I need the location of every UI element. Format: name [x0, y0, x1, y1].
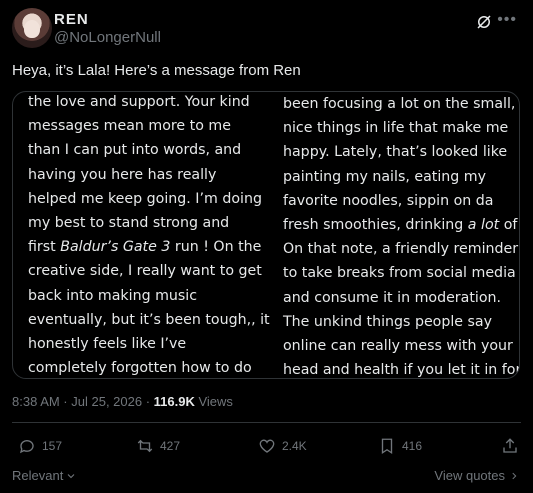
reply-count: 157 [42, 439, 63, 453]
tweet-meta: 8:38 AM · Jul 25, 2026 · 116.9K Views [12, 394, 233, 409]
meta-separator: · [142, 394, 154, 409]
view-quotes-label: View quotes [434, 468, 505, 483]
share-button[interactable] [501, 437, 519, 455]
image-line: online can really mess with your [283, 338, 513, 355]
image-line: the love and support. Your kind [28, 94, 250, 110]
chevron-right-icon [512, 472, 517, 479]
author-name[interactable]: REN [54, 11, 89, 28]
image-line: creative side, I really want to get [28, 263, 262, 280]
image-line-part: first [28, 239, 61, 256]
image-line-part: run ! On the [170, 239, 262, 256]
image-line: my best to stand strong and [28, 215, 230, 232]
action-bar: 157 427 2.4K 416 [12, 437, 521, 459]
image-line: to take breaks from social media [283, 265, 516, 282]
bookmark-icon [381, 438, 393, 455]
bookmark-button[interactable]: 416 [378, 437, 422, 455]
reply-icon [19, 440, 34, 454]
image-line: honestly feels like I’ve [28, 336, 187, 353]
sort-replies-dropdown[interactable]: Relevant [12, 468, 77, 483]
avatar[interactable] [12, 8, 52, 48]
author-handle[interactable]: @NoLongerNull [54, 29, 161, 46]
image-line: first Baldur’s Gate 3 run ! On the [28, 235, 262, 259]
tweet-image[interactable]: the love and support. Your kind messages… [12, 91, 520, 379]
image-line: head and health if you let it in for [283, 362, 520, 379]
image-text-right-column: been focusing a lot on the small, nice t… [283, 92, 520, 379]
bookmark-count: 416 [402, 439, 423, 453]
image-line: eventually, but it’s been tough,, it [28, 311, 270, 328]
view-quotes-link[interactable]: View quotes [434, 468, 519, 483]
grok-icon[interactable] [475, 13, 493, 31]
views-count: 116.9K [153, 394, 195, 409]
repost-icon [137, 439, 153, 453]
image-line: back into making music [28, 287, 198, 304]
chevron-down-icon [67, 473, 75, 478]
image-line: than I can put into words, and [28, 142, 242, 159]
repost-button[interactable]: 427 [136, 437, 180, 455]
image-text-left-column: the love and support. Your kind messages… [28, 92, 270, 378]
timestamp[interactable]: 8:38 AM · Jul 25, 2026 [12, 394, 142, 409]
image-line-part: of [499, 217, 518, 234]
tweet-header: REN @NoLongerNull ••• [12, 6, 521, 48]
image-line: painting my nails, eating my [283, 168, 487, 185]
image-line: completely forgotten how to do [28, 360, 252, 377]
image-line: messages mean more to me [28, 118, 231, 135]
image-line: The unkind things people say [283, 313, 493, 330]
image-line: helped me keep going. I’m doing [28, 190, 262, 207]
more-options-icon[interactable]: ••• [497, 11, 517, 29]
image-line: having you here has really [28, 166, 217, 183]
image-line: On that note, a friendly reminder [283, 241, 519, 258]
image-line: and consume it in moderation. [283, 289, 502, 306]
share-icon [503, 438, 517, 453]
heart-icon [259, 439, 275, 453]
image-italic-text: a lot [467, 217, 500, 234]
divider [12, 422, 521, 423]
reply-button[interactable]: 157 [18, 437, 62, 455]
like-count: 2.4K [282, 439, 307, 453]
sort-label: Relevant [12, 468, 64, 483]
views-label: Views [194, 394, 233, 409]
image-line: been focusing a lot on the small, [283, 96, 516, 112]
tweet-text: Heya, it’s Lala! Here’s a message from R… [12, 62, 301, 79]
image-line: happy. Lately, that’s looked like [283, 144, 508, 161]
image-line-part: fresh smoothies, drinking [283, 217, 468, 234]
image-line: favorite noodles, sippin on da [283, 192, 494, 209]
repost-count: 427 [160, 439, 181, 453]
game-title: Baldur’s Gate 3 [60, 239, 171, 256]
image-line: nice things in life that make me [283, 120, 509, 137]
like-button[interactable]: 2.4K [258, 437, 307, 455]
image-line: fresh smoothies, drinking a lot of [283, 213, 517, 237]
